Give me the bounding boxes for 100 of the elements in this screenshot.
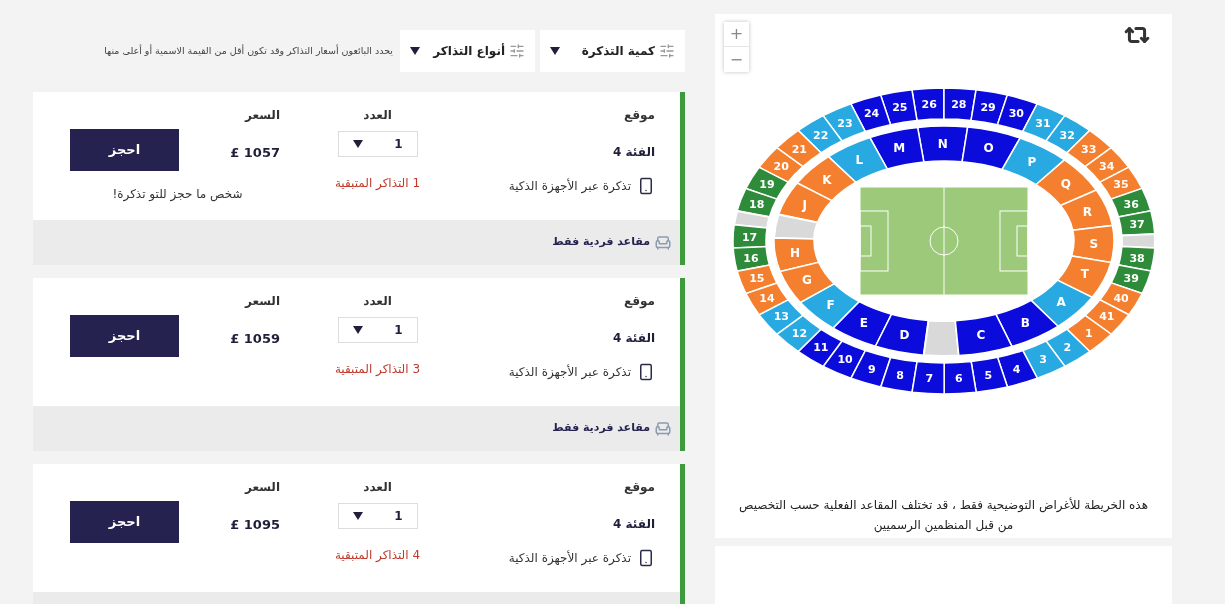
zoom-out-button[interactable]: − [724,47,749,72]
section-label: 1 [1084,326,1093,340]
entrance-area [1120,232,1156,249]
price-text: £ 1095 [230,516,280,534]
section-label: A [1056,294,1066,309]
seat-section[interactable] [943,87,977,122]
section-label: 15 [749,272,765,286]
section-label: 31 [1035,116,1051,130]
sliders-icon [509,43,525,59]
price-note: يحدد البائعون أسعار التذاكر وقد تكون أقل من القيمة الاسمية أو أعلى منها [104,43,393,58]
category-text: الفئة 4 [613,144,655,161]
column-label: العدد [363,479,392,496]
caret-icon [410,47,420,55]
column-label: العدد [363,293,392,310]
feature-text: مقاعد فردية فقط [552,234,650,251]
delivery-text: تذكرة عبر الأجهزة الذكية [508,177,631,195]
remaining-text: 4 التذاكر المتبقية [334,547,421,564]
section-label: 14 [759,292,775,305]
seat-section[interactable] [943,360,977,395]
section-label: G [801,273,812,288]
seat-section[interactable] [832,300,893,347]
section-label: 30 [1008,107,1024,121]
section-label: 34 [1099,159,1115,173]
section-label: 25 [892,101,908,115]
section-label: 6 [955,372,963,386]
section-label: 22 [813,128,829,142]
zoom-in-button[interactable]: + [724,22,749,47]
section-label: 16 [743,251,759,265]
quantity-select[interactable]: 1 [337,317,418,343]
section-label: N [937,136,948,151]
delivery-text: تذكرة عبر الأجهزة الذكية [508,363,631,381]
book-button[interactable]: احجز [70,315,179,357]
phone-icon [637,177,655,195]
section-label: 39 [1123,272,1139,286]
seat-section[interactable] [911,360,945,395]
column-label: موقع [624,293,655,311]
section-label: O [983,140,994,155]
caret-icon [352,140,363,148]
seat-section[interactable] [954,313,1013,357]
section-label: 29 [980,101,996,115]
section-label: 19 [759,178,775,192]
seat-section[interactable] [970,356,1009,393]
section-label: 41 [1099,310,1115,324]
column-label: موقع [624,479,655,497]
seat-section[interactable] [850,349,892,388]
section-label: 4 [1012,362,1021,376]
section-label: 17 [741,230,758,244]
seat-section[interactable] [869,126,925,170]
section-label: T [1080,267,1089,282]
book-button[interactable]: احجز [70,501,179,543]
seat-section[interactable] [996,349,1039,388]
book-button[interactable]: احجز [70,129,179,171]
column-label: موقع [624,107,655,125]
phone-icon [637,363,655,381]
caret-icon [352,326,363,334]
remaining-text: 3 التذاكر المتبقية [334,361,421,378]
section-label: 9 [867,362,876,376]
seat-icon [654,419,672,438]
filter-dropdown[interactable]: أنواع التذاكر [400,30,535,72]
column-label: السعر [244,107,280,124]
quantity-select[interactable]: 1 [337,131,418,157]
section-label: L [855,153,864,168]
section-label: 32 [1059,128,1075,142]
section-label: 33 [1081,143,1097,157]
seat-section[interactable] [799,283,860,329]
filter-dropdown[interactable]: كمية التذكرة [540,30,685,72]
section-label: 12 [791,326,808,340]
column-label: العدد [363,107,392,124]
seat-section[interactable] [1030,279,1093,328]
section-label: D [899,328,910,343]
booking-note: شخص ما حجز للتو تذكرة! [112,186,243,203]
section-label: 36 [1123,197,1139,211]
section-label: 13 [773,310,789,324]
section-label: Q [1060,177,1072,192]
delivery-text: تذكرة عبر الأجهزة الذكية [508,549,631,567]
section-label: 3 [1039,353,1047,367]
quantity-select[interactable]: 1 [337,503,418,529]
seat-section[interactable] [880,356,918,393]
caret-icon [352,512,363,520]
section-label: M [893,140,906,155]
feature-text: مقاعد فردية فقط [552,420,650,437]
price-text: £ 1059 [230,330,280,348]
section-label: 38 [1129,251,1145,265]
seat-section[interactable] [874,313,930,356]
section-label: 40 [1113,291,1129,305]
caret-icon [550,47,560,55]
section-label: 2 [1063,341,1072,355]
section-label: 28 [951,97,967,111]
section-label: 20 [773,159,789,173]
seat-section[interactable] [1021,340,1066,379]
section-label: J [802,197,807,212]
seat-section[interactable] [777,182,833,224]
section-label: 10 [837,353,853,367]
section-label: P [1027,154,1037,169]
map-disclaimer: هذه الخريطة للأغراض التوضيحية فقط ، قد تختلف المقاعد الفعلية حسب التخصيص من قبل المنظمين الرسميين [738,496,1149,535]
category-text: الفئة 4 [613,330,655,347]
seat-section[interactable] [961,126,1021,171]
column-label: السعر [244,293,280,310]
section-label: 5 [984,368,993,382]
sliders-icon [659,43,675,59]
